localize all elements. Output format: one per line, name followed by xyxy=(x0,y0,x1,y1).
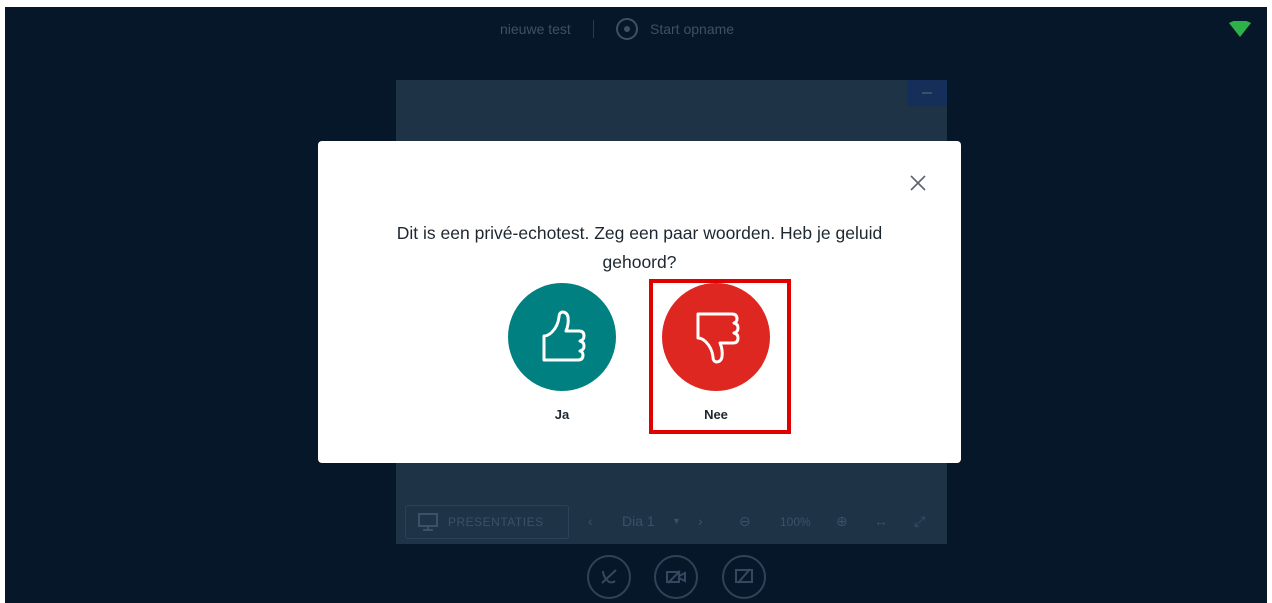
start-recording-button[interactable]: Start opname xyxy=(616,18,734,40)
slide-selector[interactable]: Dia 1 xyxy=(622,513,655,529)
meeting-app: nieuwe test Start opname PRESENTATIES ‹ … xyxy=(5,7,1267,603)
presentations-button[interactable]: PRESENTATIES xyxy=(405,505,569,539)
fit-width-icon[interactable]: ↔ xyxy=(874,513,888,529)
record-label: Start opname xyxy=(650,21,735,37)
monitor-icon xyxy=(418,513,438,531)
connection-signal-icon[interactable] xyxy=(1229,21,1251,37)
record-icon xyxy=(616,18,638,40)
no-label: Nee xyxy=(704,407,728,422)
zoom-in-icon[interactable]: ⊕ xyxy=(836,513,848,530)
fullscreen-icon[interactable]: ⤢ xyxy=(914,513,925,530)
thumbs-up-icon xyxy=(542,310,586,362)
yes-button[interactable]: Ja xyxy=(508,283,616,422)
minimize-presentation-button[interactable] xyxy=(907,80,947,106)
echo-test-modal: Dit is een privé-echotest. Zeg een paar … xyxy=(318,141,961,463)
share-webcam-button[interactable] xyxy=(654,555,698,599)
yes-label: Ja xyxy=(554,407,570,422)
no-circle[interactable] xyxy=(662,283,770,391)
topbar-divider xyxy=(593,20,594,38)
previous-slide-icon[interactable]: ‹ xyxy=(588,513,593,529)
presentations-label: PRESENTATIES xyxy=(448,515,544,529)
slide-dropdown-icon[interactable]: ▼ xyxy=(672,516,681,526)
share-screen-button[interactable] xyxy=(722,555,766,599)
zoom-level: 100% xyxy=(780,515,811,529)
screen-share-off-icon xyxy=(735,568,753,584)
mute-audio-button[interactable] xyxy=(587,555,631,599)
zoom-out-icon[interactable]: ⊖ xyxy=(739,513,751,530)
close-icon[interactable] xyxy=(908,173,928,193)
no-button[interactable]: Nee xyxy=(662,283,770,422)
meeting-title: nieuwe test xyxy=(500,21,571,37)
webcam-off-icon xyxy=(666,570,686,584)
audio-off-icon xyxy=(601,569,617,584)
echo-test-message: Dit is een privé-echotest. Zeg een paar … xyxy=(396,223,883,272)
presentation-toolbar: PRESENTATIES ‹ Dia 1 ▼ › ⊖ 100% ⊕ ↔ ⤢ xyxy=(396,500,947,544)
thumbs-down-icon xyxy=(696,312,740,364)
top-bar: nieuwe test Start opname xyxy=(5,7,1267,51)
next-slide-icon[interactable]: › xyxy=(698,513,703,529)
yes-circle[interactable] xyxy=(508,283,616,391)
